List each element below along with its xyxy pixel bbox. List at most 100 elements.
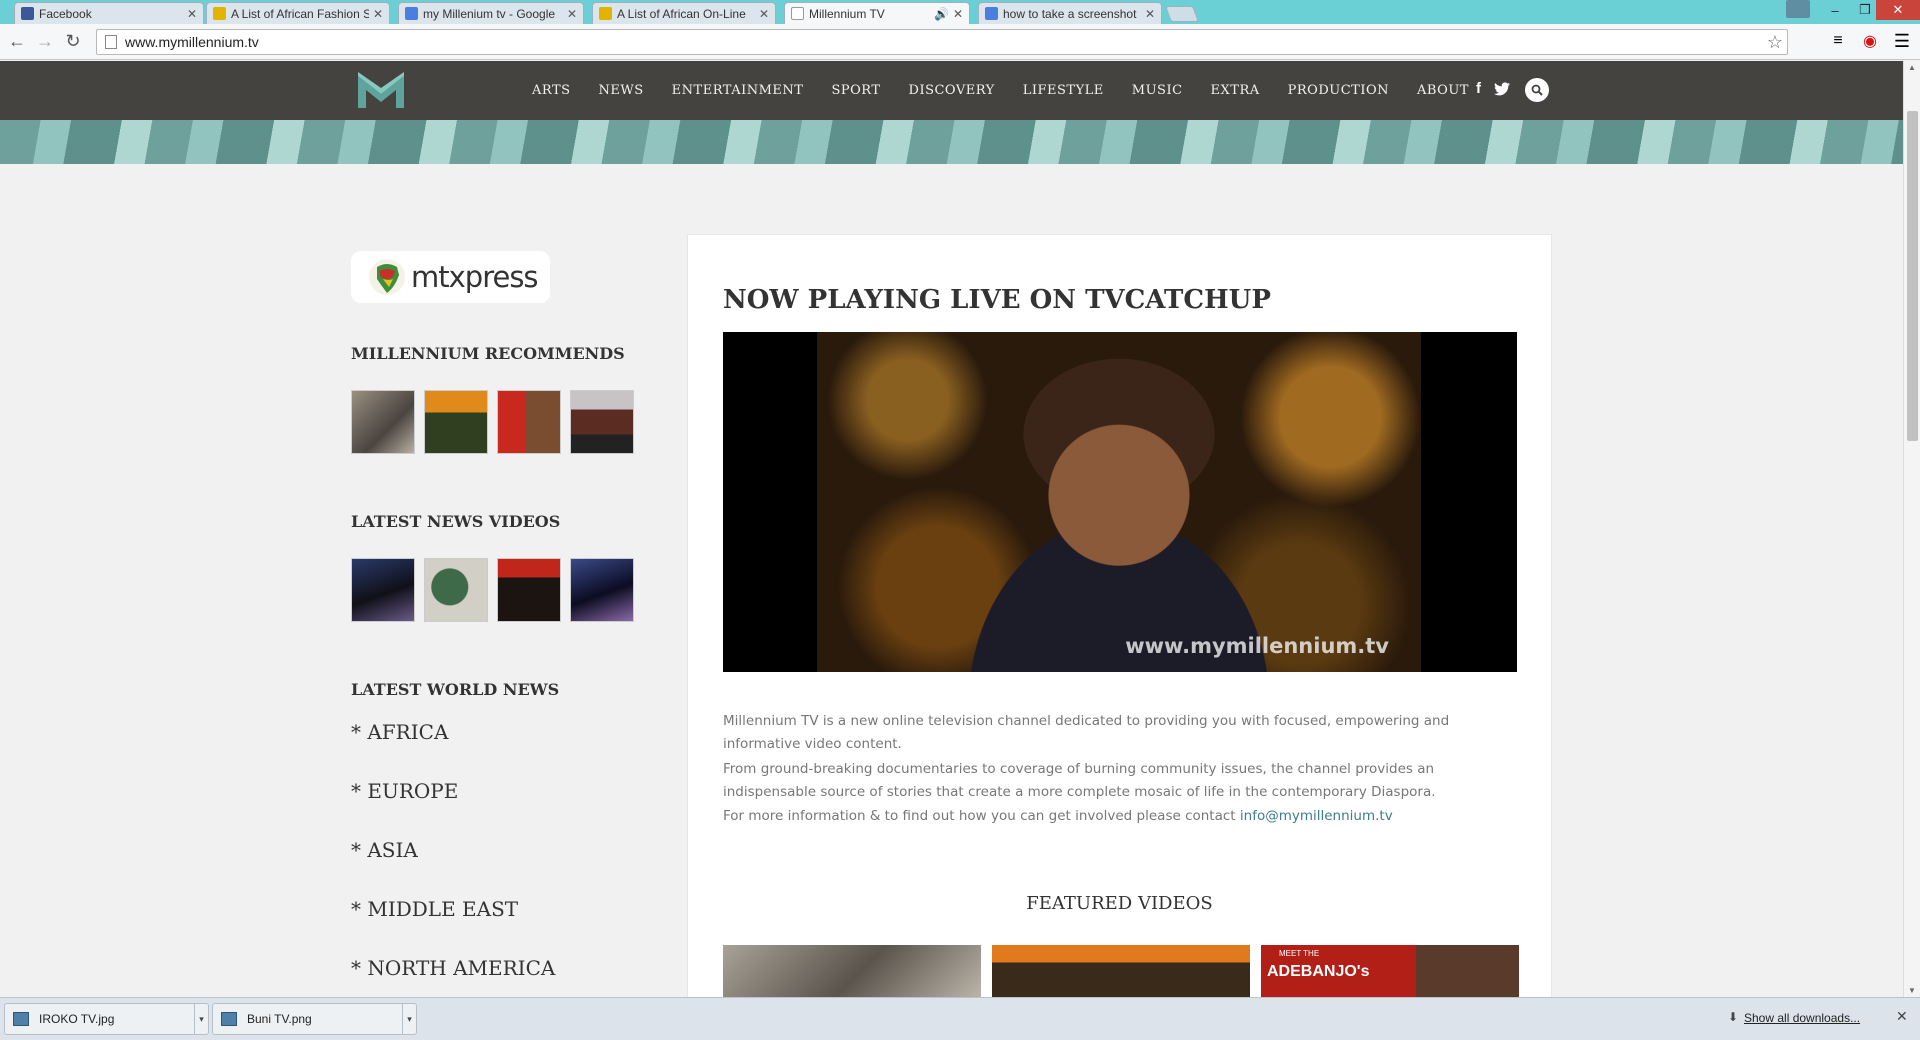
minimize-button[interactable]: ‒ [1820, 0, 1850, 20]
facebook-icon[interactable]: f [1476, 80, 1481, 97]
recommends-heading: MILLENNIUM RECOMMENDS [351, 344, 625, 363]
news-video-thumbnail[interactable] [497, 558, 561, 622]
download-item-iroko[interactable]: IROKO TV.jpg ▾ [4, 1003, 209, 1035]
nav-music[interactable]: MUSIC [1132, 83, 1183, 98]
contact-paragraph: For more information & to find out how y… [723, 805, 1523, 828]
site-search-button[interactable] [1525, 78, 1549, 102]
twitter-icon[interactable] [1494, 82, 1510, 96]
recommend-thumbnail[interactable] [424, 390, 488, 454]
tab-facebook[interactable]: Facebook ✕ [14, 2, 204, 24]
tab-screenshot-search[interactable]: how to take a screenshot ✕ [978, 2, 1162, 24]
close-icon[interactable]: ✕ [759, 7, 769, 21]
close-icon[interactable]: ✕ [1145, 7, 1155, 21]
page-scrollbar[interactable]: ▲ ▼ [1903, 61, 1920, 997]
featured-badge-top: MEET THE [1279, 949, 1320, 958]
image-file-icon [221, 1012, 237, 1026]
show-all-downloads-link[interactable]: Show all downloads... [1744, 1011, 1860, 1025]
layers-extension-icon[interactable]: ≡ [1828, 31, 1848, 51]
featured-badge: ADEBANJO's [1267, 963, 1370, 980]
scrollbar-thumb[interactable] [1907, 111, 1918, 441]
featured-video-thumbnail[interactable] [992, 945, 1250, 997]
world-news-north-america[interactable]: * NORTH AMERICA [351, 956, 555, 980]
recommend-thumbnail[interactable] [351, 390, 415, 454]
latest-news-videos-heading: LATEST NEWS VIDEOS [351, 512, 561, 531]
mtxpress-label: mtxpress [411, 260, 539, 294]
tab-african-online[interactable]: A List of African On-Line ✕ [592, 2, 776, 24]
nav-arts[interactable]: ARTS [532, 83, 571, 98]
chevron-down-icon[interactable]: ▾ [194, 1004, 208, 1034]
contact-text: For more information & to find out how y… [723, 808, 1240, 824]
download-filename: IROKO TV.jpg [39, 1012, 115, 1026]
address-bar[interactable]: ☆ [96, 29, 1788, 55]
scroll-down-icon[interactable]: ▼ [1908, 986, 1916, 995]
news-video-thumbnail[interactable] [570, 558, 634, 622]
search-icon [1531, 84, 1543, 96]
back-arrow-icon[interactable]: ← [6, 30, 28, 52]
news-video-thumbnail[interactable] [351, 558, 415, 622]
close-window-button[interactable]: ✕ [1876, 0, 1920, 20]
browser-tab-bar: Facebook ✕ A List of African Fashion S ✕… [0, 0, 1920, 24]
close-icon[interactable]: ✕ [1896, 1008, 1908, 1025]
page-title: NOW PLAYING LIVE ON TVCATCHUP [723, 285, 1271, 315]
speaker-icon: 🔊 [933, 6, 949, 21]
nav-production[interactable]: PRODUCTION [1288, 83, 1389, 98]
millennium-logo[interactable] [356, 70, 406, 110]
world-news-africa[interactable]: * AFRICA [351, 720, 448, 744]
google-icon [405, 7, 418, 20]
nav-entertainment[interactable]: ENTERTAINMENT [672, 83, 804, 98]
mission-paragraph: From ground-breaking documentaries to co… [723, 761, 1436, 800]
page-icon [791, 7, 804, 20]
intro-paragraph: Millennium TV is a new online television… [723, 713, 1450, 752]
tab-millennium-tv[interactable]: Millennium TV 🔊 ✕ [784, 2, 970, 24]
recommends-thumbnails [351, 390, 643, 454]
new-tab-button[interactable] [1165, 6, 1199, 22]
live-video-player[interactable]: www.mymillennium.tv [723, 332, 1517, 672]
africa-map-icon [369, 259, 405, 295]
download-bar: IROKO TV.jpg ▾ Buni TV.png ▾ ⬇ Show all … [0, 997, 1920, 1040]
world-news-europe[interactable]: * EUROPE [351, 779, 458, 803]
facebook-icon [21, 7, 34, 20]
chevron-down-icon[interactable]: ▾ [402, 1004, 416, 1034]
nav-news[interactable]: NEWS [599, 83, 644, 98]
scroll-up-icon[interactable]: ▲ [1908, 63, 1916, 72]
nav-lifestyle[interactable]: LIFESTYLE [1023, 83, 1104, 98]
recommend-thumbnail[interactable] [570, 390, 634, 454]
tab-african-fashion[interactable]: A List of African Fashion S ✕ [206, 2, 390, 24]
nav-extra[interactable]: EXTRA [1211, 83, 1260, 98]
reload-icon[interactable]: ↻ [62, 30, 84, 52]
download-item-buni[interactable]: Buni TV.png ▾ [212, 1003, 417, 1035]
recommend-thumbnail[interactable] [497, 390, 561, 454]
featured-video-thumbnail[interactable]: MEET THE ADEBANJO's [1261, 945, 1519, 997]
featured-video-thumbnail[interactable] [723, 945, 981, 997]
bookmark-star-icon[interactable]: ☆ [1767, 32, 1783, 53]
featured-videos-heading: FEATURED VIDEOS [1026, 893, 1213, 914]
mtxpress-badge[interactable]: mtxpress [351, 251, 550, 303]
nav-discovery[interactable]: DISCOVERY [909, 83, 995, 98]
profile-icon[interactable] [1786, 0, 1810, 18]
news-video-thumbnail[interactable] [424, 558, 488, 622]
hero-banner-strip [0, 120, 1903, 164]
url-input[interactable] [125, 34, 1725, 50]
world-news-middle-east[interactable]: * MIDDLE EAST [351, 897, 518, 921]
close-icon[interactable]: ✕ [373, 7, 383, 21]
close-icon[interactable]: ✕ [953, 7, 963, 21]
close-icon[interactable]: ✕ [187, 7, 197, 21]
page-icon [105, 35, 117, 49]
nav-sport[interactable]: SPORT [831, 83, 880, 98]
nav-about[interactable]: ABOUT [1417, 83, 1469, 98]
browser-toolbar: ← → ↻ ☆ ≡ ◉ ☰ [0, 24, 1920, 60]
tab-google-millenium[interactable]: my Millenium tv - Google ✕ [398, 2, 584, 24]
google-icon [985, 7, 998, 20]
menu-icon[interactable]: ☰ [1892, 31, 1912, 51]
opera-extension-icon[interactable]: ◉ [1860, 31, 1880, 51]
close-icon[interactable]: ✕ [567, 7, 577, 21]
world-news-asia[interactable]: * ASIA [351, 838, 418, 862]
forward-arrow-icon[interactable]: → [34, 30, 56, 52]
crown-icon [213, 7, 226, 20]
video-watermark: www.mymillennium.tv [1125, 634, 1389, 658]
download-arrow-icon: ⬇ [1728, 1010, 1739, 1024]
image-file-icon [13, 1012, 29, 1026]
page-viewport: ARTS NEWS ENTERTAINMENT SPORT DISCOVERY … [0, 61, 1903, 997]
download-filename: Buni TV.png [247, 1012, 312, 1026]
contact-email-link[interactable]: info@mymillennium.tv [1240, 808, 1393, 824]
